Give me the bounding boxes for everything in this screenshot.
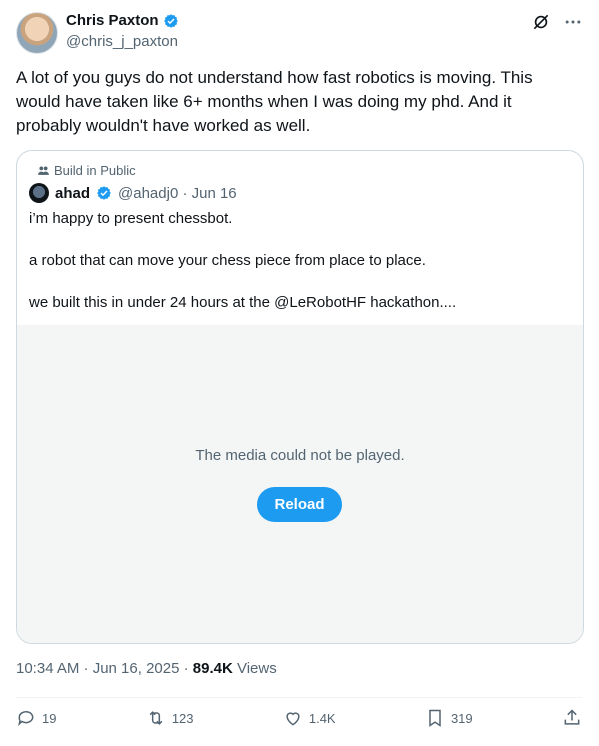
views-count: 89.4K	[192, 660, 233, 677]
grok-icon[interactable]	[531, 12, 551, 32]
quoted-tweet[interactable]: Build in Public ahad @ahadj0 · Jun 16 i’…	[16, 150, 584, 644]
divider	[16, 697, 582, 698]
bookmark-icon	[429, 709, 441, 727]
like-button[interactable]: 1.4K	[283, 708, 336, 728]
bookmark-count: 319	[450, 710, 473, 726]
reply-button[interactable]: 19	[16, 708, 56, 728]
bookmark-button[interactable]: 319	[425, 708, 473, 728]
repost-icon	[149, 711, 163, 725]
quoted-line: a robot that can move your chess piece f…	[29, 252, 426, 269]
share-icon	[564, 709, 580, 725]
author-handle[interactable]: @chris_j_paxton	[66, 33, 178, 50]
verified-badge-icon	[97, 186, 111, 200]
reply-icon	[18, 711, 34, 727]
repost-button[interactable]: 123	[146, 708, 194, 728]
repost-count: 123	[171, 710, 194, 726]
author-name-row[interactable]: Chris Paxton	[66, 12, 179, 29]
heart-icon	[286, 712, 300, 726]
quoted-author-name[interactable]: ahad	[55, 185, 90, 202]
action-bar: 19 123 1.4K 319	[16, 708, 582, 728]
views-label: Views	[232, 660, 277, 677]
community-name: Build in Public	[54, 163, 136, 178]
author-avatar[interactable]	[16, 12, 58, 54]
media-error-message: The media could not be played.	[195, 447, 405, 464]
like-count: 1.4K	[308, 710, 336, 726]
author-name[interactable]: Chris Paxton	[66, 12, 159, 29]
tweet-top-actions	[531, 12, 583, 32]
reply-count: 19	[42, 710, 57, 726]
quoted-author-handle-date[interactable]: @ahadj0 · Jun 16	[118, 185, 237, 202]
share-button[interactable]	[562, 708, 582, 728]
reload-button[interactable]: Reload	[257, 487, 342, 522]
quoted-line: i’m happy to present chessbot.	[29, 210, 233, 227]
tweet-time-date[interactable]: 10:34 AM · Jun 16, 2025 ·	[16, 660, 193, 677]
quoted-author-avatar[interactable]	[29, 183, 49, 203]
media-player[interactable]: The media could not be played. Reload	[17, 325, 583, 643]
quoted-author-row: ahad @ahadj0 · Jun 16	[29, 183, 237, 203]
verified-badge-icon	[163, 13, 178, 28]
tweet-text: A lot of you guys do not understand how …	[16, 68, 533, 135]
quoted-tweet-text: i’m happy to present chessbot. a robot t…	[29, 209, 569, 335]
community-label[interactable]: Build in Public	[37, 163, 136, 178]
more-options-icon[interactable]	[563, 12, 583, 32]
quoted-line: we built this in under 24 hours at the @…	[29, 294, 457, 311]
community-icon	[38, 166, 49, 175]
tweet-metadata: 10:34 AM · Jun 16, 2025 · 89.4K Views	[16, 660, 277, 677]
